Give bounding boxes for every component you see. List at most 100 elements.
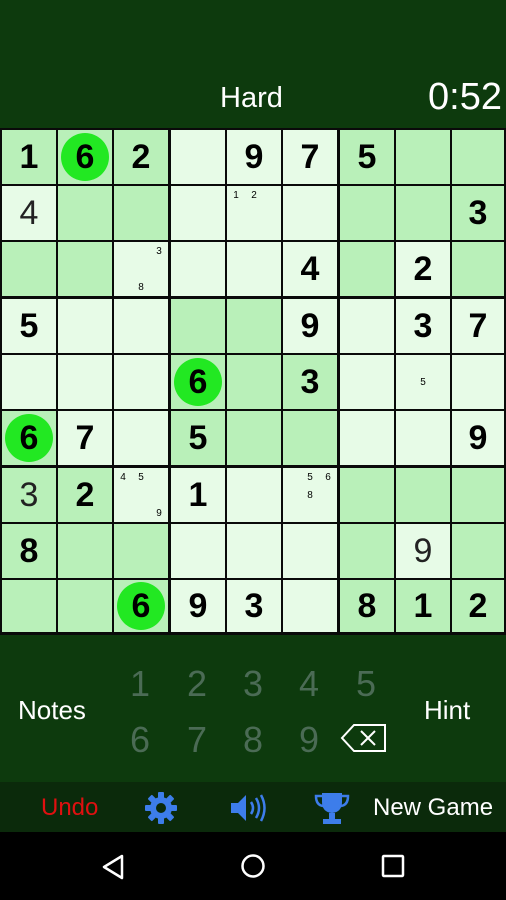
cell-r9-c1[interactable] — [2, 580, 56, 632]
cell-r2-c5[interactable]: 12 — [227, 186, 281, 240]
backspace-icon[interactable] — [340, 723, 388, 753]
cell-r5-c5[interactable] — [227, 355, 281, 409]
cell-r7-c9[interactable] — [452, 468, 504, 522]
cell-r4-c9[interactable]: 7 — [452, 299, 504, 353]
cell-r4-c2[interactable] — [58, 299, 112, 353]
number-button-5[interactable]: 5 — [346, 663, 386, 705]
cell-r2-c7[interactable] — [340, 186, 394, 240]
cell-r9-c8[interactable]: 1 — [396, 580, 450, 632]
cell-r9-c7[interactable]: 8 — [340, 580, 394, 632]
cell-r1-c6[interactable]: 7 — [283, 130, 337, 184]
cell-r6-c9[interactable]: 9 — [452, 411, 504, 465]
cell-r3-c3[interactable]: 38 — [114, 242, 168, 296]
cell-r8-c7[interactable] — [340, 524, 394, 578]
number-button-1[interactable]: 1 — [120, 663, 160, 705]
cell-r3-c5[interactable] — [227, 242, 281, 296]
cell-r7-c2[interactable]: 2 — [58, 468, 112, 522]
cell-r4-c6[interactable]: 9 — [283, 299, 337, 353]
cell-r8-c8[interactable]: 9 — [396, 524, 450, 578]
cell-r7-c6[interactable]: 568 — [283, 468, 337, 522]
cell-r7-c3[interactable]: 45 9 — [114, 468, 168, 522]
cell-r6-c4[interactable]: 5 — [171, 411, 225, 465]
undo-button[interactable]: Undo — [41, 794, 98, 822]
cell-r6-c7[interactable] — [340, 411, 394, 465]
cell-r6-c6[interactable] — [283, 411, 337, 465]
trophy-icon[interactable] — [313, 790, 351, 826]
speaker-icon[interactable] — [229, 792, 267, 824]
cell-r5-c9[interactable] — [452, 355, 504, 409]
cell-r3-c4[interactable] — [171, 242, 225, 296]
cell-r7-c1[interactable]: 3 — [2, 468, 56, 522]
cell-r2-c8[interactable] — [396, 186, 450, 240]
cell-r6-c2[interactable]: 7 — [58, 411, 112, 465]
number-button-6[interactable]: 6 — [120, 719, 160, 761]
cell-r3-c6[interactable]: 4 — [283, 242, 337, 296]
cell-r8-c6[interactable] — [283, 524, 337, 578]
back-icon[interactable] — [101, 854, 125, 880]
cell-r3-c2[interactable] — [58, 242, 112, 296]
cell-r5-c8[interactable]: 5 — [396, 355, 450, 409]
cell-r3-c9[interactable] — [452, 242, 504, 296]
recents-icon[interactable] — [381, 854, 405, 878]
number-button-4[interactable]: 4 — [289, 663, 329, 705]
cell-r2-c4[interactable] — [171, 186, 225, 240]
number-button-9[interactable]: 9 — [289, 719, 329, 761]
cell-r1-c5[interactable]: 9 — [227, 130, 281, 184]
new-game-button[interactable]: New Game — [373, 794, 493, 822]
cell-r9-c9[interactable]: 2 — [452, 580, 504, 632]
hint-button[interactable]: Hint — [424, 695, 470, 726]
cell-r7-c5[interactable] — [227, 468, 281, 522]
cell-r1-c3[interactable]: 2 — [114, 130, 168, 184]
cell-r8-c3[interactable] — [114, 524, 168, 578]
cell-r4-c8[interactable]: 3 — [396, 299, 450, 353]
cell-r6-c3[interactable] — [114, 411, 168, 465]
cell-r5-c6[interactable]: 3 — [283, 355, 337, 409]
cell-r2-c9[interactable]: 3 — [452, 186, 504, 240]
number-button-7[interactable]: 7 — [177, 719, 217, 761]
number-button-8[interactable]: 8 — [233, 719, 273, 761]
cell-r1-c9[interactable] — [452, 130, 504, 184]
cell-r8-c4[interactable] — [171, 524, 225, 578]
number-button-2[interactable]: 2 — [177, 663, 217, 705]
cell-r3-c1[interactable] — [2, 242, 56, 296]
notes-button[interactable]: Notes — [18, 695, 86, 726]
cell-r1-c2[interactable]: 6 — [58, 130, 112, 184]
cell-r4-c5[interactable] — [227, 299, 281, 353]
cell-r4-c7[interactable] — [340, 299, 394, 353]
cell-r9-c2[interactable] — [58, 580, 112, 632]
cell-r8-c9[interactable] — [452, 524, 504, 578]
cell-r5-c2[interactable] — [58, 355, 112, 409]
cell-r8-c2[interactable] — [58, 524, 112, 578]
cell-r2-c2[interactable] — [58, 186, 112, 240]
cell-r1-c4[interactable] — [171, 130, 225, 184]
cell-r2-c6[interactable] — [283, 186, 337, 240]
cell-r4-c4[interactable] — [171, 299, 225, 353]
cell-r7-c7[interactable] — [340, 468, 394, 522]
cell-r5-c7[interactable] — [340, 355, 394, 409]
cell-r6-c5[interactable] — [227, 411, 281, 465]
cell-r4-c3[interactable] — [114, 299, 168, 353]
cell-r2-c1[interactable]: 4 — [2, 186, 56, 240]
gear-icon[interactable] — [144, 791, 178, 825]
home-icon[interactable] — [240, 853, 266, 879]
cell-r5-c1[interactable] — [2, 355, 56, 409]
cell-r1-c1[interactable]: 1 — [2, 130, 56, 184]
cell-r5-c3[interactable] — [114, 355, 168, 409]
cell-r9-c3[interactable]: 6 — [114, 580, 168, 632]
cell-r3-c8[interactable]: 2 — [396, 242, 450, 296]
cell-r8-c1[interactable]: 8 — [2, 524, 56, 578]
cell-r5-c4[interactable]: 6 — [171, 355, 225, 409]
cell-r8-c5[interactable] — [227, 524, 281, 578]
cell-r1-c8[interactable] — [396, 130, 450, 184]
cell-r7-c8[interactable] — [396, 468, 450, 522]
cell-r9-c6[interactable] — [283, 580, 337, 632]
cell-r1-c7[interactable]: 5 — [340, 130, 394, 184]
cell-r7-c4[interactable]: 1 — [171, 468, 225, 522]
cell-r4-c1[interactable]: 5 — [2, 299, 56, 353]
number-button-3[interactable]: 3 — [233, 663, 273, 705]
cell-r6-c1[interactable]: 6 — [2, 411, 56, 465]
cell-r9-c4[interactable]: 9 — [171, 580, 225, 632]
cell-r6-c8[interactable] — [396, 411, 450, 465]
cell-r9-c5[interactable]: 3 — [227, 580, 281, 632]
cell-r2-c3[interactable] — [114, 186, 168, 240]
